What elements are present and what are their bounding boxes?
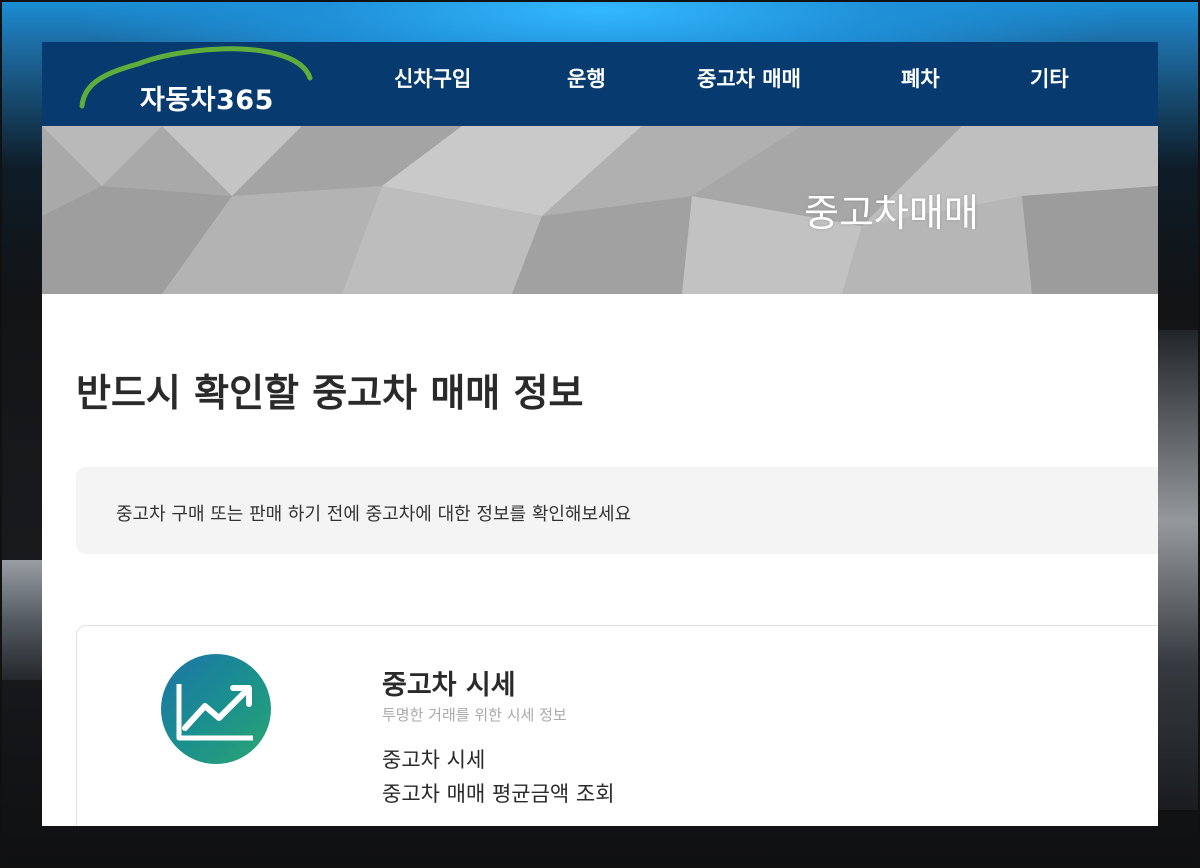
notice-text: 중고차 구매 또는 판매 하기 전에 중고차에 대한 정보를 확인해보세요 [116,504,632,525]
nav-item-scrap[interactable]: 폐차 [901,63,940,93]
card-title: 중고차 시세 [382,670,516,701]
site-header: 자동차365 신차구입 운행 중고차 매매 폐차 기타 [42,42,1158,126]
nav-item-used-car[interactable]: 중고차 매매 [697,63,801,93]
nav-item-etc[interactable]: 기타 [1030,63,1069,93]
trend-chart-icon [161,654,271,764]
geometric-pattern [42,126,1158,294]
web-page: 자동차365 신차구입 운행 중고차 매매 폐차 기타 중고차매매 반드시 확인… [42,42,1158,826]
banner-title: 중고차매매 [804,191,979,235]
link-average-price-lookup[interactable]: 중고차 매매 평균금액 조회 [382,778,615,808]
used-car-price-card[interactable]: 중고차 시세 투명한 거래를 위한 시세 정보 중고차 시세 중고차 매매 평균… [76,625,1158,826]
main-nav: 신차구입 운행 중고차 매매 폐차 기타 [42,42,1158,126]
card-subtitle: 투명한 거래를 위한 시세 정보 [382,706,567,724]
info-notice: 중고차 구매 또는 판매 하기 전에 중고차에 대한 정보를 확인해보세요 [76,467,1158,554]
nav-item-driving[interactable]: 운행 [567,63,606,93]
page-title: 반드시 확인할 중고차 매매 정보 [76,371,584,415]
link-used-car-price[interactable]: 중고차 시세 [382,744,485,774]
page-banner: 중고차매매 [42,126,1158,294]
nav-item-new-car[interactable]: 신차구입 [394,63,471,93]
